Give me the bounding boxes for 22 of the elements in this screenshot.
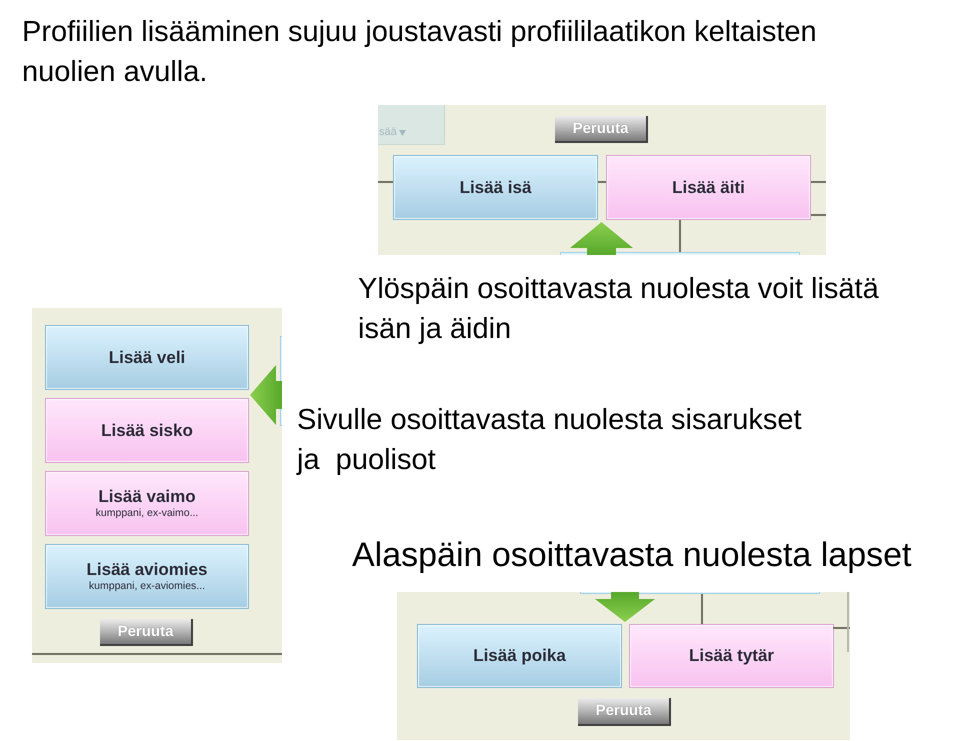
menu-label: sää	[379, 126, 397, 138]
down-arrow-icon[interactable]	[595, 592, 655, 622]
heading: Profiilien lisääminen sujuu joustavasti profiililaatikon keltaisten nuolien avulla.	[22, 15, 818, 90]
connector-line	[701, 594, 703, 624]
caption: Sivulle osoittavasta nuolesta sisarukset ja puolisot	[297, 403, 802, 478]
caption: Ylöspäin osoittavasta nuolesta voit lisätä isän ja äidin	[358, 272, 879, 347]
add-relative-button[interactable]: Lisää veli	[45, 325, 249, 390]
add-relative-button[interactable]: Lisää äiti	[606, 155, 811, 220]
add-relative-button[interactable]: Lisää tytär	[629, 624, 834, 688]
connector-line	[811, 181, 826, 183]
connector-line	[679, 220, 681, 255]
add-relative-button[interactable]: Lisää aviomies kumppani, ex-aviomies...	[45, 544, 249, 609]
add-relative-button[interactable]: Lisää isä	[393, 155, 598, 220]
left-arrow-icon[interactable]	[250, 365, 282, 425]
add-relative-button[interactable]: Lisää sisko	[45, 398, 249, 463]
connector-line	[378, 181, 393, 183]
add-relative-button[interactable]: Lisää vaimo kumppani, ex-vaimo...	[45, 471, 249, 536]
caption: Alaspäin osoittavasta nuolesta lapset	[352, 535, 912, 576]
up-arrow-icon[interactable]	[570, 222, 633, 255]
add-relative-button[interactable]: Lisää poika	[417, 624, 622, 688]
caret-icon	[398, 130, 406, 136]
connector-line	[811, 214, 826, 216]
